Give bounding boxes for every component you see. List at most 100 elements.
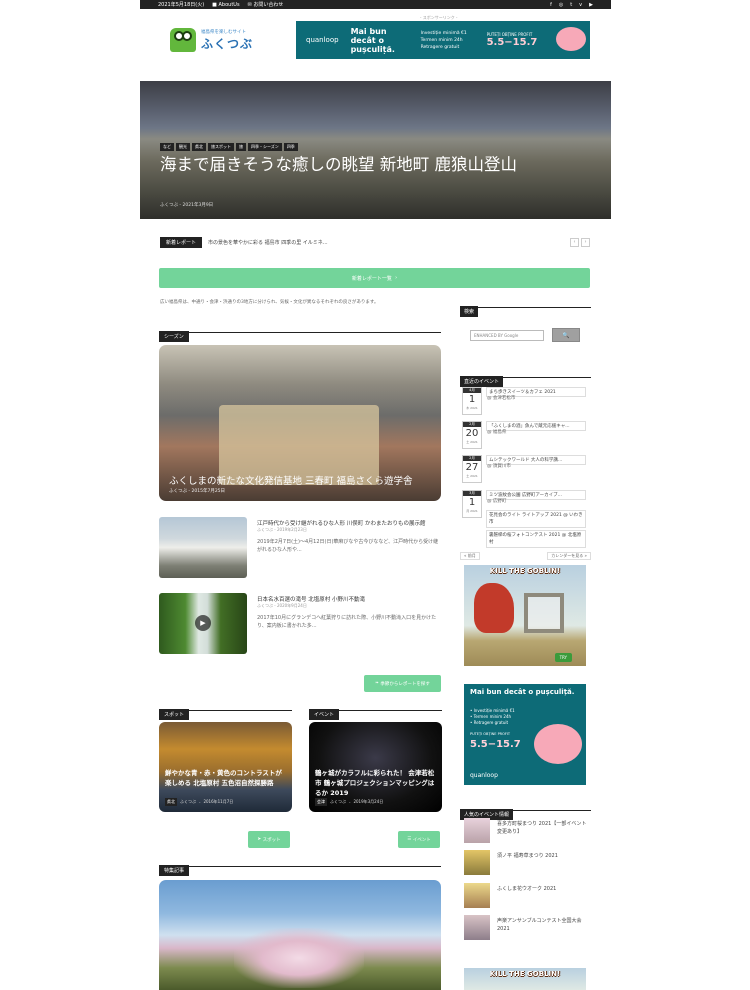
search-input[interactable]: ENHANCED BY Google (470, 330, 544, 341)
event-article-meta: 会津 ふくつぶ - 2019年3月24日 (315, 798, 384, 806)
news-ticker: 新着レポート 市の景色を華やかに彩る 福島市 四季の里 イルミネ... ‹ › (160, 236, 590, 248)
event-more-button[interactable]: ☰ イベント (398, 831, 440, 848)
frog-logo-icon (170, 28, 196, 52)
logo-title: ふくつぶ (201, 36, 254, 51)
ad-rate-label: PUTEȚI OBȚINE PROFIT (470, 732, 511, 736)
tag[interactable]: 旅 (236, 143, 246, 151)
article-excerpt: 2019年2月7日(土)〜4月12日(日)華麻びなや古今びななど、江戸時代から受… (257, 539, 439, 553)
current-date: 2021年5月18日(火) (158, 2, 205, 8)
ticker-text[interactable]: 市の景色を華やかに彩る 福島市 四季の里 イルミネ... (208, 239, 328, 246)
play-icon[interactable]: ▶ (195, 615, 211, 631)
article-title[interactable]: 日本名水百選の滝号 北塩原村 小野川不動滝 (257, 595, 441, 603)
ad-bullets: • Investiție minimă €1 • Termen minim 24… (470, 708, 515, 725)
twitter-icon[interactable]: t (570, 2, 572, 8)
sidebar-heading-search: 検索 (460, 298, 591, 317)
vimeo-icon[interactable]: v (579, 2, 582, 8)
logo-subtitle: 福島県を楽しむサイト (201, 29, 246, 35)
popular-item[interactable]: 須ノ平 福寿草まつり 2021 (464, 850, 588, 877)
new-reports-button[interactable]: 新着レポート一覧 › (159, 268, 590, 288)
sidebar-heading-events: 直近のイベント (460, 368, 591, 387)
calendar-view-button[interactable]: カレンダーを見る » (547, 552, 591, 560)
event-item[interactable]: 3月 1 月 2021 ミツ波紋会公園 広野町アーカイブ... @ 広野町 花見… (462, 490, 586, 528)
event-title[interactable]: 裏磐梯の桜フォトコンテスト 2021 @ 北塩原村 (486, 530, 586, 548)
tower-image (524, 593, 564, 633)
event-item[interactable]: 裏磐梯の桜フォトコンテスト 2021 @ 北塩原村 (462, 530, 586, 548)
hero-article[interactable]: など 観光 県北 旅スポット 旅 四季・シーズン 四季 海まで届きそうな癒しの眺… (140, 81, 611, 219)
piggy-bank-icon (556, 27, 586, 51)
event-item[interactable]: 2月 20 土 2021 「ふくしまの酒」魚んで蔵元応援キャ... @ 福島県 (462, 421, 586, 451)
site-logo[interactable]: 福島県を楽しむサイト ふくつぶ (170, 28, 253, 52)
event-item[interactable]: 2月 27 土 2021 ムシテックワールド 大人の科学講... @ 須賀川市 (462, 455, 586, 485)
season-more-button[interactable]: ❧ 季節からレポートを探す (364, 675, 441, 692)
article-thumbnail[interactable] (159, 517, 247, 578)
tag[interactable]: など (160, 143, 174, 151)
event-date-badge: 3月 1 月 2021 (462, 490, 482, 518)
facebook-icon[interactable]: f (550, 2, 552, 8)
list-item[interactable]: ▶ 日本名水百選の滝号 北塩原村 小野川不動滝 ふくつぶ - 2020年9月24… (159, 593, 441, 655)
contact-link[interactable]: ✉ お問い合わせ (248, 1, 284, 8)
event-date-badge: 2月 27 土 2021 (462, 455, 482, 483)
ad-rate: PUTEȚI OBȚINE PROFIT 5.5−15.7 (486, 32, 538, 48)
social-links: f ◎ t v ▶ (550, 2, 593, 8)
article-excerpt: 2017年10月にグランデコへ紅葉狩りに訪れた際、小野川不動滝入口を見かけたり、… (257, 615, 437, 629)
tag[interactable]: 四季・シーズン (248, 143, 282, 151)
event-title[interactable]: 花見会のライト ライトアップ 2021 @ いわき市 (486, 510, 586, 528)
youtube-icon[interactable]: ▶ (589, 2, 593, 8)
popular-title[interactable]: 喜多方町桜まつり 2021【一部イベント変更あり】 (497, 820, 589, 836)
popular-item[interactable]: 喜多方町桜まつり 2021【一部イベント変更あり】 (464, 818, 588, 845)
ticker-next-button[interactable]: › (581, 237, 590, 247)
popular-thumbnail[interactable] (464, 915, 490, 940)
search-icon: 🔍 (562, 331, 570, 339)
ticker-label: 新着レポート (160, 236, 203, 248)
feature-article-image[interactable] (159, 880, 441, 990)
spot-article-meta: 県北 ふくつぶ - 2016年11月7日 (165, 798, 234, 806)
featured-season-article[interactable]: ふくしまの新たな文化発信基地 三春町 福島さくら遊学舎 ふくつぶ - 2015年… (159, 345, 441, 501)
tag[interactable]: 四季 (283, 143, 298, 151)
instagram-icon[interactable]: ◎ (559, 2, 563, 8)
ticker-prev-button[interactable]: ‹ (570, 237, 579, 247)
spot-more-button[interactable]: ➤ スポット (248, 831, 290, 848)
section-heading-event: イベント (309, 701, 442, 720)
popular-thumbnail[interactable] (464, 818, 490, 843)
cherry-tree-image (234, 928, 364, 988)
spot-article-card[interactable]: 鮮やかな青・赤・黄色のコントラストが楽しめる 北塩原村 五色沼自然探勝路 県北ふ… (159, 722, 292, 812)
popular-thumbnail[interactable] (464, 883, 490, 908)
popular-title[interactable]: ふくしま花ウオーク 2021 (497, 885, 589, 893)
popular-title[interactable]: 声楽アンサンブルコンテスト全国大会 2021 (497, 917, 589, 933)
popular-title[interactable]: 須ノ平 福寿草まつり 2021 (497, 852, 589, 860)
featured-season-meta: ふくつぶ - 2015年7月25日 (169, 489, 226, 494)
featured-season-title[interactable]: ふくしまの新たな文化発信基地 三春町 福島さくら遊学舎 (169, 473, 413, 487)
about-link[interactable]: ■ AboutUs (212, 2, 239, 8)
article-thumbnail[interactable]: ▶ (159, 593, 247, 654)
top-bar: 2021年5月18日(火) ■ AboutUs ✉ お問い合わせ f ◎ t v… (140, 0, 611, 9)
section-heading-spot: スポット (159, 701, 292, 720)
game-ad-title: KILL THE GOBLIN! (489, 970, 561, 978)
search-button[interactable]: 🔍 (552, 328, 580, 342)
game-ad[interactable]: KILL THE GOBLIN! (464, 968, 586, 990)
try-button[interactable]: TRY (554, 653, 572, 662)
event-article-title[interactable]: 鶴ヶ城がカラフルに彩られた！ 会津若松市 鶴ヶ城プロジェクションマッピングはるか… (315, 768, 437, 798)
top-ad-banner[interactable]: quanloop Mai bun decât o pușculiță. Inve… (296, 21, 590, 59)
section-heading-feature: 特集記事 (159, 857, 441, 876)
list-item[interactable]: 江戸時代から受け継がれるひな人形 川俣町 かわまたおりもの展示館 ふくつぶ - … (159, 517, 441, 579)
tag[interactable]: 県北 (192, 143, 206, 151)
tag[interactable]: 観光 (176, 143, 190, 151)
calendar-prev-button[interactable]: « 前月 (460, 552, 480, 560)
hero-meta: ふくつぶ - 2021年3月9日 (160, 203, 214, 208)
event-item[interactable]: 4月 1 木 2021 まち歩きスイーツ＆カフェ 2021 @ 会津若松市 (462, 387, 586, 417)
ad-brand: quanloop (306, 36, 339, 44)
hero-tags: など 観光 県北 旅スポット 旅 四季・シーズン 四季 (160, 143, 298, 151)
tag[interactable]: 旅スポット (208, 143, 234, 151)
popular-item[interactable]: 声楽アンサンブルコンテスト全国大会 2021 (464, 915, 588, 942)
popular-thumbnail[interactable] (464, 850, 490, 875)
popular-item[interactable]: ふくしま花ウオーク 2021 (464, 883, 588, 910)
article-title[interactable]: 江戸時代から受け継がれるひな人形 川俣町 かわまたおりもの展示館 (257, 519, 441, 527)
sidebar-ad[interactable]: Mai bun decât o pușculiță. • Investiție … (464, 684, 586, 785)
event-location: @ 広野町 (487, 499, 507, 504)
event-article-card[interactable]: 鶴ヶ城がカラフルに彩られた！ 会津若松市 鶴ヶ城プロジェクションマッピングはるか… (309, 722, 442, 812)
hero-title[interactable]: 海まで届きそうな癒しの眺望 新地町 鹿狼山登山 (160, 154, 520, 176)
section-heading-season: シーズン (159, 323, 441, 342)
game-ad[interactable]: KILL THE GOBLIN! TRY (464, 565, 586, 666)
chevron-right-icon: › (395, 275, 398, 281)
spot-article-title[interactable]: 鮮やかな青・赤・黄色のコントラストが楽しめる 北塩原村 五色沼自然探勝路 (165, 768, 287, 788)
